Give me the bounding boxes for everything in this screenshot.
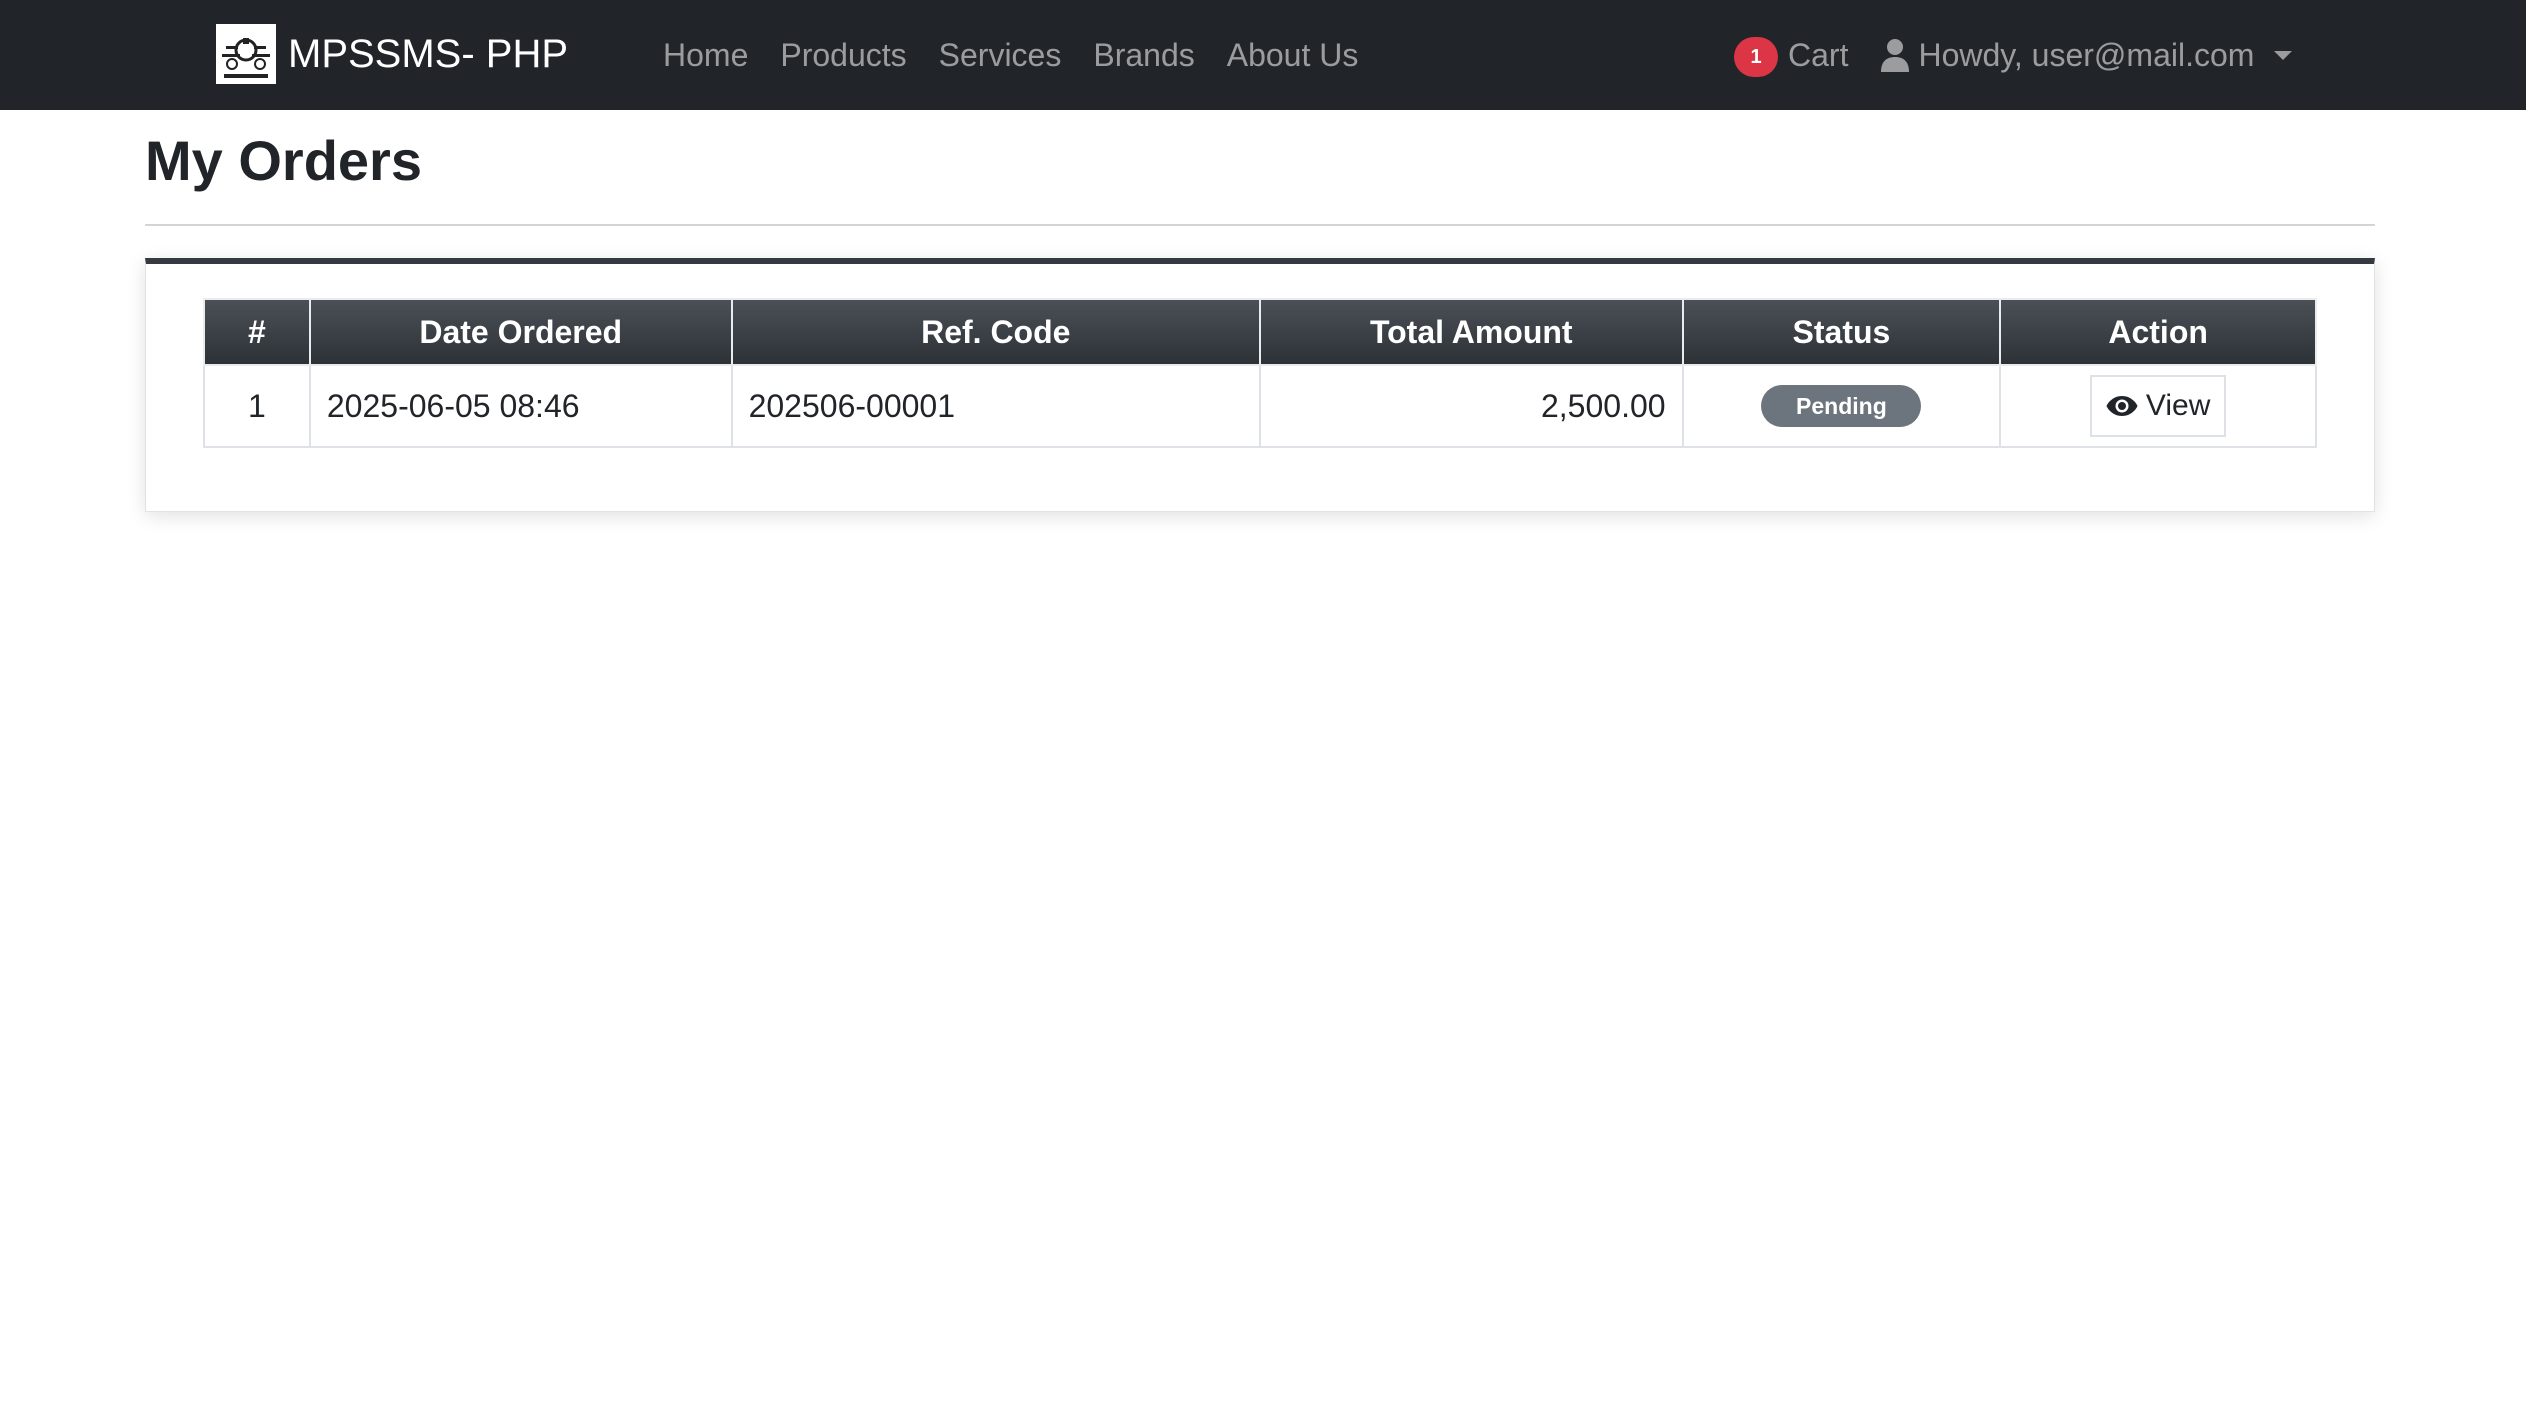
orders-card: # Date Ordered Ref. Code Total Amount St… (145, 258, 2375, 512)
table-row: 1 2025-06-05 08:46 202506-00001 2,500.00… (203, 364, 2317, 448)
nav-links: Home Products Services Brands About Us (663, 30, 1390, 80)
column-header-status: Status (1681, 298, 2002, 366)
column-header-number: # (203, 298, 311, 366)
nav-link-brands[interactable]: Brands (1093, 30, 1194, 80)
view-order-label: View (2145, 389, 2211, 422)
order-number: 1 (203, 364, 311, 448)
navbar: MPSSMS- PHP Home Products Services Brand… (0, 0, 2526, 110)
status-badge: Pending (1761, 385, 1922, 427)
page-title: My Orders (145, 129, 422, 192)
nav-link-about-us[interactable]: About Us (1227, 30, 1359, 80)
order-date: 2025-06-05 08:46 (308, 364, 733, 448)
table-header-row: # Date Ordered Ref. Code Total Amount St… (203, 298, 2317, 366)
view-order-button[interactable]: View (2090, 375, 2227, 437)
nav-link-products[interactable]: Products (780, 30, 906, 80)
caret-down-icon (2274, 50, 2293, 60)
column-header-date-ordered: Date Ordered (308, 298, 733, 366)
orders-table: # Date Ordered Ref. Code Total Amount St… (203, 298, 2317, 448)
cart-label: Cart (1788, 37, 1849, 73)
cart-count-badge: 1 (1734, 37, 1778, 77)
order-total-amount: 2,500.00 (1258, 364, 1684, 448)
brand-name: MPSSMS- PHP (288, 32, 569, 76)
brand-logo-icon (216, 24, 276, 84)
column-header-ref-code: Ref. Code (730, 298, 1261, 366)
eye-icon (2106, 396, 2138, 416)
order-action-cell: View (1999, 364, 2317, 448)
order-status-cell: Pending (1681, 364, 2002, 448)
user-label: Howdy, user@mail.com (1918, 37, 2255, 73)
user-icon (1881, 39, 1910, 72)
user-dropdown-toggle[interactable]: Howdy, user@mail.com (1880, 30, 2293, 80)
nav-right: 1 Cart Howdy, user@mail.com (1734, 30, 2293, 80)
nav-link-home[interactable]: Home (663, 30, 748, 80)
column-header-action: Action (1999, 298, 2317, 366)
title-divider (145, 224, 2375, 226)
nav-link-services[interactable]: Services (939, 30, 1062, 80)
order-ref-code: 202506-00001 (730, 364, 1261, 448)
column-header-total-amount: Total Amount (1258, 298, 1684, 366)
cart-link[interactable]: 1 Cart (1734, 30, 1848, 80)
brand-link[interactable]: MPSSMS- PHP (216, 24, 568, 84)
